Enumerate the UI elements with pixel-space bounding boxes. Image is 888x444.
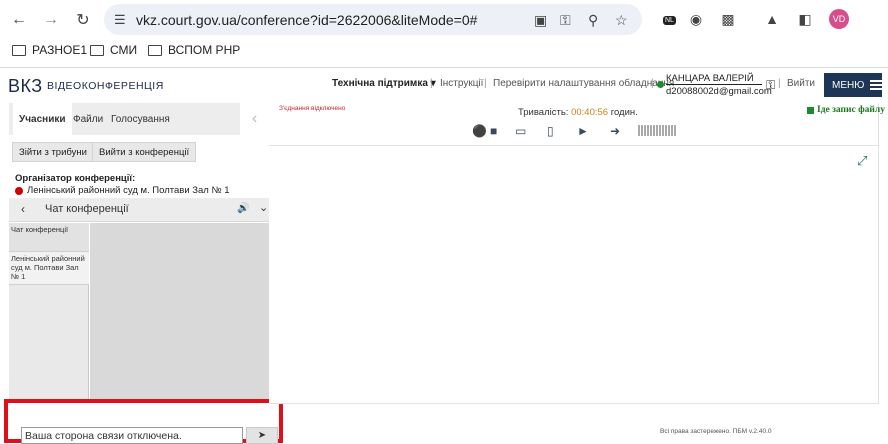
planet-icon[interactable]: ◉	[686, 9, 706, 29]
video-camera-icon[interactable]: ■	[490, 124, 497, 138]
key-icon[interactable]: ⚿	[560, 12, 571, 29]
leave-tribune-button[interactable]: Зійти з трибуни	[12, 142, 94, 162]
menu-label: МЕНЮ	[832, 79, 865, 91]
zoom-icon[interactable]: ⚲	[588, 12, 598, 29]
organizer-item[interactable]: Ленінський районний суд м. Полтави Зал №…	[15, 185, 230, 196]
user-email: d20088002d@gmail.com	[666, 86, 772, 97]
tab-files[interactable]: Файли	[73, 103, 103, 135]
chat-list-item[interactable]: Ленінський районний суд м. Полтави Зал №…	[9, 252, 89, 285]
recording-indicator: Іде запис файлу	[807, 105, 885, 115]
recording-icon	[807, 106, 814, 114]
back-arrow-icon[interactable]: ←	[8, 10, 30, 30]
chat-composer: Ваша сторона связи отключена. ➤	[4, 399, 283, 444]
duration-display: Тривалість: 00:40:56 годин.	[518, 107, 638, 118]
url-text[interactable]: vkz.court.gov.ua/conference?id=2622006&l…	[136, 12, 477, 28]
camera-icon[interactable]: ▣	[534, 12, 547, 29]
recording-text: Іде запис файлу	[817, 105, 885, 115]
bookmark-folder[interactable]: ВСПОМ PHP	[148, 43, 240, 57]
logo-subtitle: ВІДЕОКОНФЕРЕНЦІЯ	[47, 80, 164, 92]
key-icon[interactable]: ⚿	[766, 78, 775, 93]
connection-status: З'єднання відключено	[279, 105, 346, 112]
bookmark-label: РАЗНОЕ1	[32, 43, 87, 57]
nav-separator: |	[484, 78, 487, 89]
send-icon[interactable]: ➤	[246, 427, 278, 444]
speaker-icon[interactable]: 🔊	[237, 203, 249, 214]
bookmarks-bar: РАЗНОЕ1 СМИ ВСПОМ PHP	[0, 43, 888, 65]
organizer-name: Ленінський районний суд м. Полтави Зал №…	[27, 185, 230, 196]
tab-participants[interactable]: Учасники	[13, 103, 72, 135]
chat-list-header[interactable]: Чат конференції	[9, 223, 89, 252]
nav-separator: |	[651, 78, 654, 89]
folder-icon	[148, 44, 162, 56]
chat-header: ‹ Чат конференції 🔊 ⌄	[9, 198, 279, 222]
chat-list: Чат конференції Ленінський районний суд …	[9, 223, 89, 411]
tune-icon[interactable]: ☰	[114, 12, 126, 28]
hamburger-icon	[870, 80, 885, 90]
browser-toolbar: ← → ↻ ☰ vkz.court.gov.ua/conference?id=2…	[0, 0, 888, 72]
check-settings-link[interactable]: Перевірити налаштування обладнання	[493, 78, 674, 89]
bookmark-label: ВСПОМ PHP	[168, 43, 241, 57]
video-stage: З'єднання відключено Тривалість: 00:40:5…	[269, 103, 885, 404]
logout-link[interactable]: Вийти	[787, 78, 815, 89]
folder-icon	[90, 44, 104, 56]
status-dot-icon	[15, 186, 23, 195]
avatar[interactable]: VD	[829, 9, 849, 29]
forward-arrow-icon[interactable]: →	[40, 10, 62, 30]
nav-separator: |	[430, 78, 433, 89]
chevron-left-icon[interactable]: ‹	[21, 202, 25, 216]
menu-button[interactable]: МЕНЮ	[824, 73, 885, 97]
stage-toolbar: З'єднання відключено Тривалість: 00:40:5…	[269, 103, 885, 146]
user-name[interactable]: КАНЦАРА ВАЛЕРІЙ	[666, 73, 762, 85]
chrome-divider	[0, 67, 888, 68]
chat-title: Чат конференції	[45, 203, 129, 215]
nl-badge: NL	[663, 16, 676, 25]
panel-tabs: Учасники Файли Голосування ‹	[9, 103, 269, 135]
chat-message-input[interactable]: Ваша сторона связи отключена.	[21, 427, 243, 444]
app-header: ВКЗ ВІДЕОКОНФЕРЕНЦІЯ Технічна підтримка …	[0, 72, 888, 100]
duration-label: Тривалість:	[518, 107, 569, 118]
megaphone-icon[interactable]: ►	[577, 124, 589, 138]
duration-time: 00:40:56	[571, 107, 609, 118]
nav-separator: |	[778, 78, 781, 89]
star-icon[interactable]: ☆	[615, 12, 628, 29]
screen-share-icon[interactable]: ▭	[515, 124, 526, 138]
bookmark-folder[interactable]: СМИ	[90, 43, 137, 57]
instructions-link[interactable]: Інструкції	[440, 78, 483, 89]
duration-unit: годин.	[610, 107, 638, 118]
exit-icon[interactable]: ➜	[610, 124, 620, 138]
microphone-icon[interactable]: ⚫	[472, 124, 487, 138]
flask-icon[interactable]: ▲	[762, 9, 782, 29]
sidepanel-icon[interactable]: ◧	[795, 9, 815, 29]
extensions-icon[interactable]: ▩	[718, 9, 738, 29]
online-status-dot	[657, 81, 664, 88]
volume-meter	[638, 125, 678, 136]
footer-copyright: Всі права застережено. ПБМ v.2.40.0	[660, 428, 772, 435]
participants-panel: Учасники Файли Голосування ‹ Зійти з три…	[9, 103, 269, 199]
address-bar[interactable]: ☰ vkz.court.gov.ua/conference?id=2622006…	[104, 4, 642, 35]
tab-voting[interactable]: Голосування	[111, 103, 170, 135]
logo: ВКЗ	[8, 76, 43, 96]
folder-icon	[12, 44, 26, 56]
chevron-down-icon[interactable]: ⌄	[259, 201, 268, 214]
fullscreen-icon[interactable]: ⤢	[857, 153, 867, 169]
support-menu[interactable]: Технічна підтримка ▾	[332, 78, 436, 89]
document-icon[interactable]: ▯	[547, 124, 554, 138]
collapse-chevron-icon[interactable]: ‹	[240, 103, 269, 135]
bookmark-label: СМИ	[110, 43, 138, 57]
reload-icon[interactable]: ↻	[72, 10, 94, 30]
organizer-label: Організатор конференції:	[15, 173, 136, 184]
bookmark-folder[interactable]: РАЗНОЕ1	[12, 43, 87, 57]
chat-messages-area	[90, 223, 279, 411]
leave-conference-button[interactable]: Вийти з конференції	[92, 142, 197, 162]
